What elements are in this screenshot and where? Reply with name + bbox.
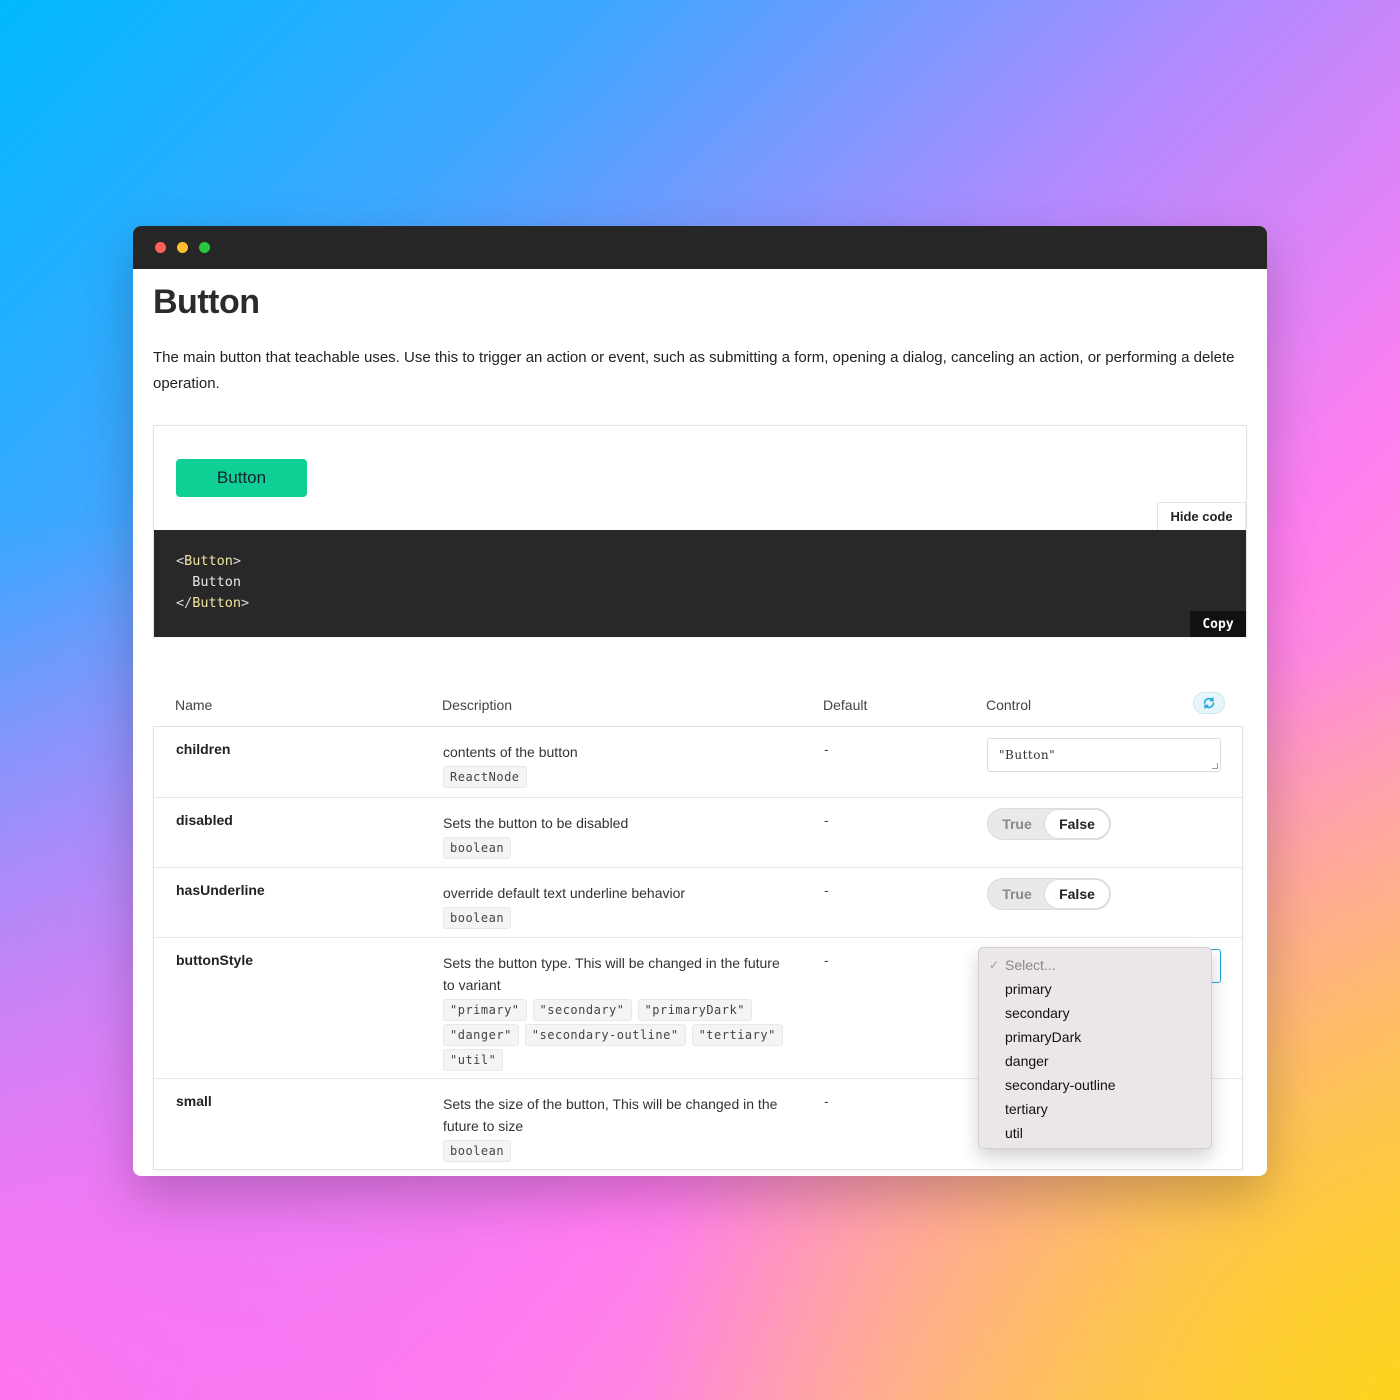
prop-control: True False bbox=[987, 808, 1111, 840]
prop-name: hasUnderline bbox=[176, 882, 265, 898]
prop-description: contents of the button ReactNode bbox=[443, 741, 783, 788]
dropdown-option[interactable]: primaryDark bbox=[979, 1025, 1211, 1049]
prop-control: "Button" bbox=[987, 738, 1221, 772]
disabled-toggle[interactable]: True False bbox=[987, 808, 1111, 840]
prop-description: Sets the button to be disabled boolean bbox=[443, 812, 783, 859]
prop-description: Sets the size of the button, This will b… bbox=[443, 1093, 783, 1162]
type-badge: "primary" bbox=[443, 999, 527, 1021]
children-text-input[interactable]: "Button" bbox=[987, 738, 1221, 772]
type-badge: boolean bbox=[443, 837, 512, 859]
toggle-true-option[interactable]: True bbox=[988, 809, 1046, 839]
has-underline-toggle[interactable]: True False bbox=[987, 878, 1111, 910]
prop-default: - bbox=[824, 882, 829, 898]
page-title: Button bbox=[153, 283, 260, 321]
prop-description: override default text underline behavior… bbox=[443, 882, 783, 929]
prop-default: - bbox=[824, 741, 829, 757]
dropdown-option[interactable]: tertiary bbox=[979, 1097, 1211, 1121]
header-description: Description bbox=[442, 697, 513, 713]
close-window-icon[interactable] bbox=[155, 242, 166, 253]
prop-default: - bbox=[824, 1093, 829, 1109]
minimize-window-icon[interactable] bbox=[177, 242, 188, 253]
dropdown-option-placeholder[interactable]: ✓ Select... bbox=[979, 953, 1211, 977]
code-line: Button bbox=[176, 574, 242, 590]
browser-window: Button The main button that teachable us… bbox=[133, 226, 1267, 1176]
button-style-dropdown-menu: ✓ Select... primary secondary primaryDark… bbox=[978, 947, 1212, 1149]
dropdown-option[interactable]: danger bbox=[979, 1049, 1211, 1073]
table-row: hasUnderline override default text under… bbox=[154, 867, 1242, 937]
type-badge: ReactNode bbox=[443, 766, 527, 788]
dropdown-option[interactable]: secondary-outline bbox=[979, 1073, 1211, 1097]
title-bar bbox=[133, 226, 1267, 269]
toggle-false-option[interactable]: False bbox=[1044, 879, 1110, 909]
toggle-false-option[interactable]: False bbox=[1044, 809, 1110, 839]
prop-description-text: Sets the button to be disabled bbox=[443, 815, 629, 831]
header-name: Name bbox=[175, 697, 213, 713]
resize-handle-icon[interactable] bbox=[1212, 763, 1218, 769]
hide-code-button[interactable]: Hide code bbox=[1157, 502, 1246, 530]
code-line: <Button> bbox=[176, 553, 242, 569]
prop-name: small bbox=[176, 1093, 212, 1109]
header-control: Control bbox=[986, 697, 1032, 713]
code-line: </Button> bbox=[176, 595, 250, 611]
table-row: children contents of the button ReactNod… bbox=[154, 727, 1242, 797]
type-badge: "danger" bbox=[443, 1024, 519, 1046]
prop-name: buttonStyle bbox=[176, 952, 253, 968]
type-badge: boolean bbox=[443, 1140, 512, 1162]
header-default: Default bbox=[823, 697, 868, 713]
type-badge: "secondary-outline" bbox=[524, 1024, 686, 1046]
dropdown-option[interactable]: secondary bbox=[979, 1001, 1211, 1025]
demo-button[interactable]: Button bbox=[176, 459, 307, 497]
type-badge: "secondary" bbox=[532, 999, 632, 1021]
prop-description-text: contents of the button bbox=[443, 744, 578, 760]
page-description: The main button that teachable uses. Use… bbox=[153, 349, 1235, 392]
props-table-header: Name Description Default Control bbox=[153, 692, 1247, 726]
dropdown-option[interactable]: primary bbox=[979, 977, 1211, 1001]
type-badge: "tertiary" bbox=[691, 1024, 783, 1046]
table-row: buttonStyle Sets the button type. This w… bbox=[154, 937, 1242, 1149]
prop-description-text: Sets the size of the button, This will b… bbox=[443, 1096, 778, 1134]
refresh-icon bbox=[1203, 697, 1215, 709]
prop-default: - bbox=[824, 812, 829, 828]
prop-control: True False bbox=[987, 878, 1111, 910]
prop-description-text: Sets the button type. This will be chang… bbox=[443, 955, 780, 993]
type-badge: boolean bbox=[443, 907, 512, 929]
toggle-true-option[interactable]: True bbox=[988, 879, 1046, 909]
prop-name: children bbox=[176, 741, 231, 757]
component-preview: Button Hide code <Button> Button </Butto… bbox=[153, 425, 1247, 637]
type-badge: "util" bbox=[443, 1049, 504, 1071]
prop-default: - bbox=[824, 952, 829, 968]
zoom-window-icon[interactable] bbox=[199, 242, 210, 253]
prop-description-text: override default text underline behavior bbox=[443, 885, 686, 901]
dropdown-option[interactable]: util bbox=[979, 1121, 1211, 1145]
checkmark-icon: ✓ bbox=[989, 958, 1000, 972]
copy-button[interactable]: Copy bbox=[1190, 611, 1246, 637]
reset-controls-button[interactable] bbox=[1193, 692, 1225, 714]
table-row: disabled Sets the button to be disabled … bbox=[154, 797, 1242, 867]
prop-name: disabled bbox=[176, 812, 233, 828]
prop-description: Sets the button type. This will be chang… bbox=[443, 952, 783, 1071]
docs-content: Button The main button that teachable us… bbox=[133, 283, 1267, 1170]
type-badge: "primaryDark" bbox=[637, 999, 752, 1021]
props-table: children contents of the button ReactNod… bbox=[153, 726, 1243, 1170]
code-block: <Button> Button </Button> Copy bbox=[154, 530, 1246, 637]
